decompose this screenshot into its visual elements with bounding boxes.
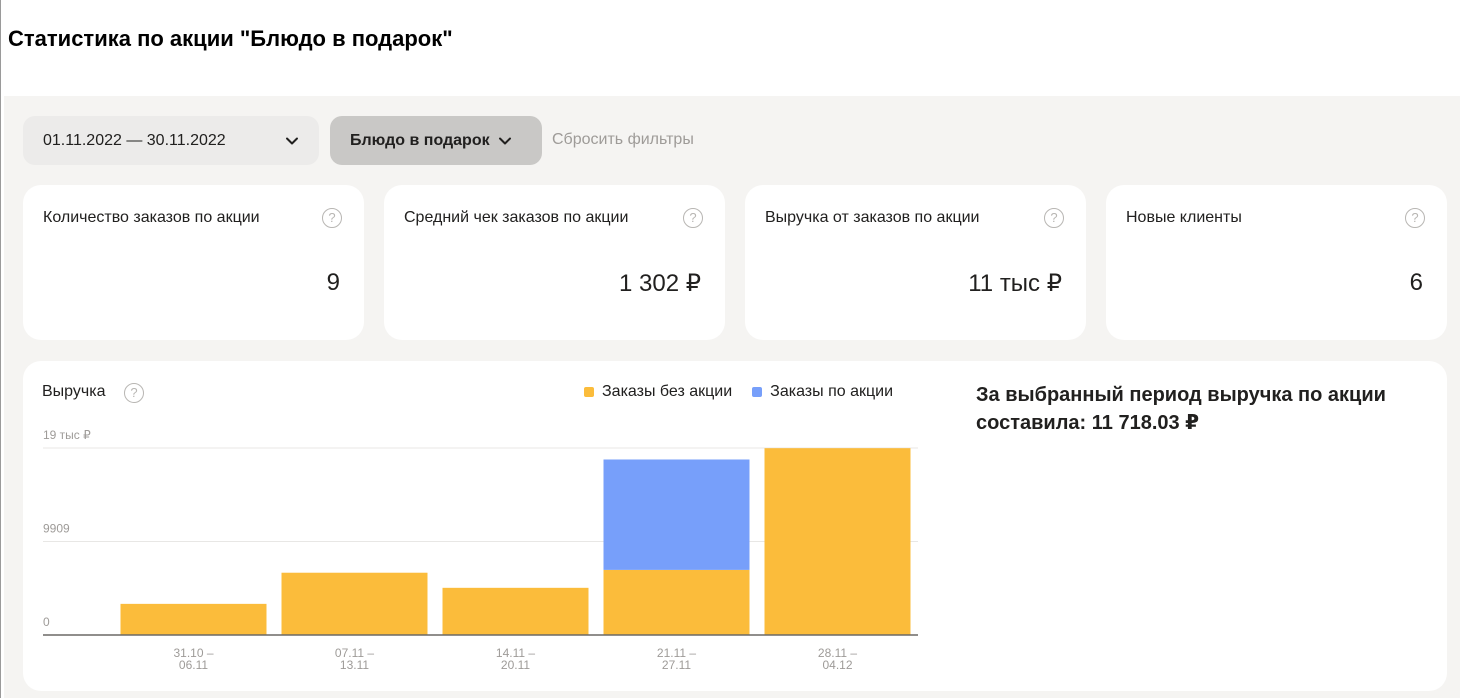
bar-no-promo [281, 572, 428, 635]
question-circle-icon[interactable]: ? [322, 208, 342, 228]
card-value: 11 тыс ₽ [968, 270, 1062, 297]
card-average-check: Средний чек заказов по акции ? 1 302 ₽ [384, 185, 725, 340]
card-label: Количество заказов по акции [43, 209, 260, 226]
date-range-filter[interactable]: 01.11.2022 — 30.11.2022 [23, 116, 319, 165]
card-label: Средний чек заказов по акции [404, 209, 629, 226]
revenue-chart-card: Выручка ? Заказы без акции Заказы по акц… [23, 361, 1447, 691]
card-label: Выручка от заказов по акции [765, 209, 980, 226]
chevron-down-icon [498, 137, 511, 144]
question-circle-icon[interactable]: ? [1044, 208, 1064, 228]
x-tick-label: 04.12 [822, 658, 852, 672]
x-tick-label: 20.11 [501, 658, 530, 672]
card-revenue: Выручка от заказов по акции ? 11 тыс ₽ [745, 185, 1086, 340]
y-tick-label: 9909 [43, 522, 70, 536]
card-orders-count: Количество заказов по акции ? 9 [23, 185, 364, 340]
promo-filter-value: Блюдо в подарок [350, 131, 490, 149]
x-tick-label: 27.11 [662, 658, 691, 672]
revenue-bar-chart: 0990919 тыс ₽31.10 –06.1107.11 –13.1114.… [43, 428, 918, 672]
question-circle-icon[interactable]: ? [1405, 208, 1425, 228]
card-value: 6 [1409, 269, 1423, 296]
chevron-down-icon [286, 137, 298, 144]
card-value: 1 302 ₽ [619, 270, 701, 297]
card-label: Новые клиенты [1126, 209, 1242, 226]
reset-filters-link[interactable]: Сбросить фильтры [552, 131, 694, 149]
x-tick-label: 13.11 [340, 658, 369, 672]
y-tick-label: 19 тыс ₽ [43, 428, 91, 442]
card-value: 9 [326, 269, 340, 296]
bar-no-promo [603, 569, 750, 635]
card-new-clients: Новые клиенты ? 6 [1106, 185, 1447, 340]
window-left-border [0, 0, 1, 698]
bar-no-promo [764, 448, 911, 635]
x-tick-label: 06.11 [179, 658, 208, 672]
revenue-summary: За выбранный период выручка по акции сос… [976, 384, 1386, 434]
bar-no-promo [120, 603, 267, 635]
date-range-value: 01.11.2022 — 30.11.2022 [43, 131, 226, 149]
question-circle-icon[interactable]: ? [683, 208, 703, 228]
bar-no-promo [442, 587, 589, 635]
page-title: Статистика по акции "Блюдо в подарок" [8, 26, 453, 51]
bar-promo [603, 459, 750, 570]
y-tick-label: 0 [43, 615, 50, 629]
promo-filter[interactable]: Блюдо в подарок [330, 116, 542, 165]
